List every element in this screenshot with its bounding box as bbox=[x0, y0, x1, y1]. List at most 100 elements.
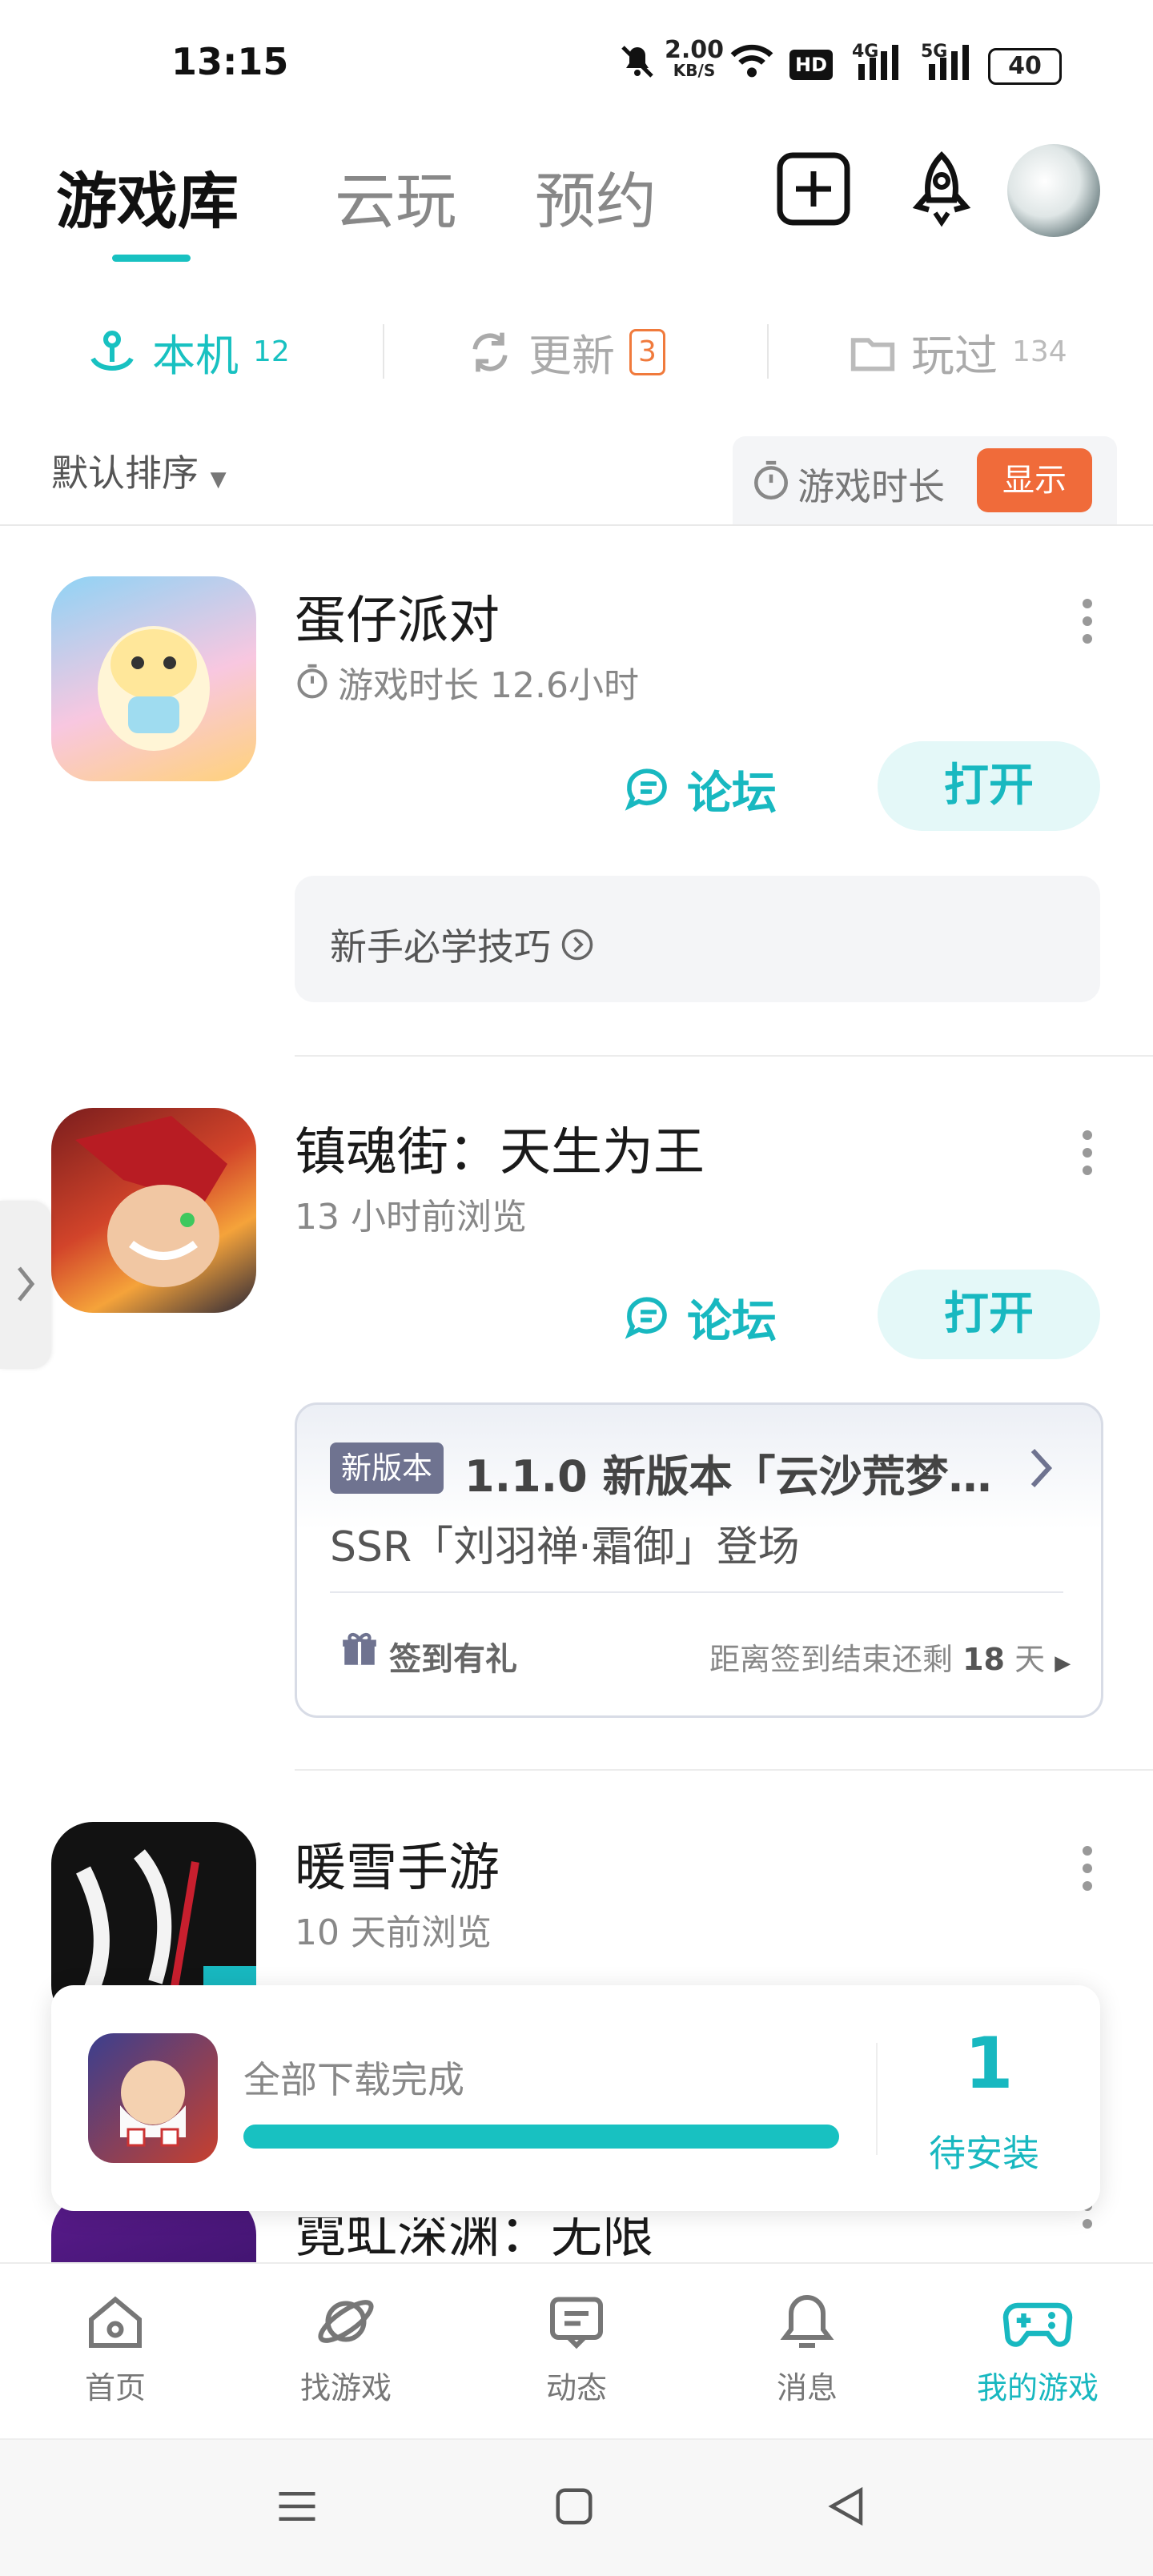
nav-messages[interactable]: 消息 bbox=[719, 2289, 895, 2407]
battery-icon: 40 bbox=[988, 48, 1062, 85]
download-game-icon bbox=[88, 2033, 218, 2163]
subtab-updates-label: 更新 bbox=[528, 331, 615, 381]
subtab-divider bbox=[767, 324, 769, 379]
nav-feed[interactable]: 动态 bbox=[488, 2289, 665, 2407]
nav-home[interactable]: 首页 bbox=[27, 2289, 203, 2407]
tab-game-library[interactable]: 游戏库 bbox=[56, 152, 239, 240]
game-playtime: 游戏时长 12.6小时 bbox=[295, 656, 639, 708]
game-icon-eggy-party[interactable] bbox=[51, 576, 256, 781]
chevron-right-icon[interactable] bbox=[1025, 1444, 1057, 1495]
status-time: 13:15 bbox=[171, 40, 289, 83]
checkin-remaining[interactable]: 距离签到结束还剩 18 天 ▶ bbox=[709, 1635, 1071, 1679]
divider bbox=[0, 524, 1153, 526]
game-title[interactable]: 暖雪手游 bbox=[295, 1827, 500, 1900]
open-button[interactable]: 打开 bbox=[878, 1270, 1100, 1359]
nav-home-label: 首页 bbox=[84, 2370, 146, 2405]
hd-icon: HD bbox=[789, 50, 833, 80]
subtab-played[interactable]: 玩过 134 bbox=[849, 320, 1067, 383]
pending-install-count[interactable]: 1 bbox=[953, 2022, 1025, 2105]
checkin-remaining-suffix: 天 bbox=[1014, 1642, 1046, 1677]
open-button[interactable]: 打开 bbox=[878, 741, 1100, 831]
refresh-icon bbox=[472, 332, 508, 371]
forum-label: 论坛 bbox=[687, 1296, 777, 1348]
caret-right-icon: ▶ bbox=[1055, 1651, 1071, 1675]
subtab-local[interactable]: 本机 12 bbox=[86, 320, 290, 383]
bell-icon bbox=[780, 2294, 834, 2348]
show-duration-button[interactable]: 显示 bbox=[977, 448, 1092, 512]
more-options-icon[interactable] bbox=[1083, 1130, 1094, 1183]
subtab-local-label: 本机 bbox=[152, 331, 239, 381]
signal-4g-label: 4G bbox=[852, 42, 879, 62]
chat-icon bbox=[625, 1296, 667, 1339]
accelerate-button[interactable] bbox=[902, 149, 982, 229]
download-progress-bar bbox=[243, 2125, 839, 2149]
chevron-right-icon bbox=[18, 1266, 35, 1302]
nav-messages-label: 消息 bbox=[776, 2370, 838, 2405]
message-board-icon bbox=[550, 2297, 603, 2349]
wifi-icon bbox=[729, 42, 775, 83]
checkin-gift-label[interactable]: 签到有礼 bbox=[389, 1633, 517, 1679]
signal-5g-icon: 5G bbox=[921, 42, 972, 85]
divider bbox=[295, 1055, 1153, 1057]
tip-text: 新手必学技巧 bbox=[330, 925, 551, 969]
gift-icon bbox=[339, 1630, 380, 1673]
more-options-icon[interactable] bbox=[1083, 599, 1094, 652]
timer-icon bbox=[751, 459, 791, 506]
news-title[interactable]: 1.1.0 新版本「云沙荒梦… bbox=[464, 1441, 992, 1504]
game-icon-soul-street[interactable] bbox=[51, 1108, 256, 1313]
game-last-viewed: 13 小时前浏览 bbox=[295, 1197, 527, 1238]
nav-find-games-label: 找游戏 bbox=[299, 2370, 392, 2405]
subtab-local-count: 12 bbox=[253, 335, 290, 368]
rocket-icon bbox=[912, 151, 971, 227]
updates-count-badge: 3 bbox=[629, 328, 665, 375]
game-title[interactable]: 蛋仔派对 bbox=[295, 580, 500, 653]
caret-down-icon: ▼ bbox=[210, 467, 227, 492]
tab-reservations[interactable]: 预约 bbox=[535, 152, 657, 240]
pending-install-label[interactable]: 待安装 bbox=[929, 2125, 1039, 2177]
nav-feed-label: 动态 bbox=[545, 2370, 607, 2405]
planet-icon bbox=[318, 2300, 374, 2343]
chat-icon bbox=[625, 768, 667, 811]
net-speed-value: 2.00 bbox=[665, 36, 725, 64]
home-square-icon[interactable] bbox=[552, 2485, 596, 2531]
tab-cloud-play[interactable]: 云玩 bbox=[335, 152, 456, 240]
nav-find-games[interactable]: 找游戏 bbox=[258, 2289, 434, 2407]
subtab-divider bbox=[383, 324, 384, 379]
game-last-viewed: 10 天前浏览 bbox=[295, 1912, 492, 1953]
sort-dropdown[interactable]: 默认排序 ▼ bbox=[51, 444, 227, 497]
checkin-remaining-days: 18 bbox=[962, 1642, 1005, 1677]
arrow-circle-icon bbox=[561, 929, 593, 961]
gamepad-icon bbox=[1002, 2302, 1073, 2347]
signal-4g-icon: 4G bbox=[852, 42, 900, 85]
more-options-icon[interactable] bbox=[1083, 1846, 1094, 1899]
side-drawer-handle[interactable] bbox=[0, 1201, 51, 1369]
forum-label: 论坛 bbox=[687, 768, 777, 820]
avatar[interactable] bbox=[1007, 144, 1100, 237]
add-button[interactable] bbox=[773, 149, 854, 229]
forum-button[interactable]: 论坛 bbox=[623, 1286, 777, 1350]
news-subtitle: SSR「刘羽禅·霜御」登场 bbox=[330, 1523, 800, 1571]
timer-icon bbox=[297, 664, 327, 699]
net-speed: 2.00 KB/S bbox=[665, 36, 725, 80]
divider bbox=[330, 1591, 1063, 1593]
new-version-tag: 新版本 bbox=[330, 1442, 444, 1494]
nav-my-games[interactable]: 我的游戏 bbox=[950, 2289, 1126, 2407]
download-status-text: 全部下载完成 bbox=[243, 2058, 464, 2101]
mute-icon bbox=[618, 42, 657, 85]
divider bbox=[876, 2043, 878, 2155]
subtab-updates[interactable]: 更新 3 bbox=[466, 320, 665, 383]
folder-icon bbox=[850, 337, 895, 371]
sort-label: 默认排序 bbox=[51, 451, 199, 495]
tip-link[interactable]: 新手必学技巧 bbox=[330, 918, 594, 971]
net-speed-unit: KB/S bbox=[673, 61, 716, 80]
checkin-remaining-prefix: 距离签到结束还剩 bbox=[709, 1642, 954, 1677]
signal-5g-label: 5G bbox=[921, 42, 948, 62]
game-title[interactable]: 镇魂街：天生为王 bbox=[295, 1111, 705, 1185]
forum-button[interactable]: 论坛 bbox=[623, 757, 777, 822]
nav-my-games-label: 我的游戏 bbox=[976, 2370, 1099, 2405]
menu-icon[interactable] bbox=[275, 2485, 319, 2531]
duration-label: 游戏时长 bbox=[797, 465, 945, 508]
add-icon bbox=[777, 152, 850, 226]
anchor-icon bbox=[90, 330, 134, 371]
back-triangle-icon[interactable] bbox=[825, 2485, 868, 2531]
